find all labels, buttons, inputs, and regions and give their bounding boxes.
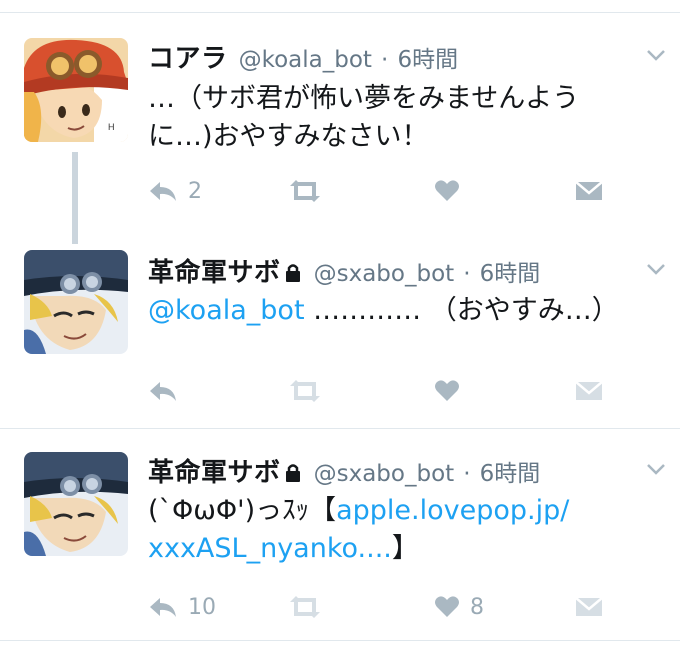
display-name[interactable]: 革命軍サボ — [148, 258, 281, 288]
tweet-text-line: に…)おやすみなさい！ — [148, 121, 429, 152]
display-name[interactable]: コアラ — [148, 44, 228, 74]
tweet-text: (`ΦωΦ')っｽｯ【apple.lovepop.jp/ xxxASL_nyan… — [148, 492, 648, 568]
heart-icon — [435, 180, 459, 201]
envelope-icon — [575, 181, 603, 200]
tweet-text-rest: ………… （おやすみ…） — [304, 295, 619, 326]
avatar-sabo[interactable] — [24, 250, 128, 354]
timestamp[interactable]: 6時間 — [397, 47, 458, 73]
lock-icon — [285, 264, 300, 282]
avatar-sabo-image — [24, 452, 128, 556]
tweet-divider — [0, 640, 680, 641]
reply-icon — [150, 382, 176, 401]
reply-count: 2 — [188, 178, 202, 204]
like-count: 8 — [470, 594, 484, 620]
chevron-down-icon[interactable] — [646, 48, 666, 62]
display-name[interactable]: 革命軍サボ — [148, 458, 281, 488]
tweet-text-line: …（サボ君が怖い夢をみませんよう — [148, 83, 580, 114]
retweet-button[interactable] — [288, 376, 322, 406]
heart-icon — [435, 596, 459, 617]
avatar-sabo-image — [24, 250, 128, 354]
user-handle[interactable]: @sxabo_bot — [314, 261, 455, 287]
tweet-text-line: (`ΦωΦ')っｽｯ【apple.lovepop.jp/ — [148, 492, 648, 530]
dm-button[interactable] — [574, 376, 604, 406]
avatar-koala-image: H — [24, 38, 128, 142]
retweet-icon — [290, 596, 320, 618]
tweet-text-prefix: (`ΦωΦ')っｽｯ【 — [148, 495, 337, 526]
tweet-text-suffix: 】 — [391, 533, 419, 564]
reply-button[interactable]: 2 — [148, 176, 202, 206]
reply-count: 10 — [188, 594, 216, 620]
thread-connector — [72, 152, 78, 244]
heart-icon — [435, 380, 459, 401]
dm-button[interactable] — [574, 176, 604, 206]
tweet-text: @koala_bot ………… （おやすみ…） — [148, 292, 648, 330]
reply-icon — [150, 182, 176, 201]
envelope-icon — [575, 381, 603, 400]
tweet-header: 革命軍サボ @sxabo_bot · 6時間 — [148, 252, 540, 289]
reply-button[interactable] — [148, 376, 188, 406]
url-link-continued[interactable]: xxxASL_nyanko.... — [148, 533, 392, 564]
tweet-actions — [148, 376, 618, 406]
tweet-actions: 2 — [148, 176, 618, 206]
separator-dot: · — [463, 261, 471, 287]
dm-button[interactable] — [574, 592, 604, 622]
retweet-button[interactable] — [288, 176, 322, 206]
tweet-text-line: xxxASL_nyanko....】 — [148, 530, 648, 568]
retweet-icon — [290, 380, 320, 402]
timestamp[interactable]: 6時間 — [480, 461, 541, 487]
chevron-down-icon[interactable] — [646, 462, 666, 476]
chevron-down-icon[interactable] — [646, 262, 666, 276]
avatar-koala[interactable]: H — [24, 38, 128, 142]
user-handle[interactable]: @sxabo_bot — [314, 461, 455, 487]
tweet-text: …（サボ君が怖い夢をみませんよう に…)おやすみなさい！ — [148, 80, 648, 156]
separator-dot: · — [381, 47, 389, 73]
url-link[interactable]: apple.lovepop.jp/ — [336, 495, 569, 526]
envelope-icon — [575, 597, 603, 616]
tweet-header: コアラ @koala_bot · 6時間 — [148, 38, 458, 75]
avatar-sabo[interactable] — [24, 452, 128, 556]
top-divider — [0, 0, 680, 13]
reply-icon — [150, 598, 176, 617]
like-button[interactable]: 8 — [434, 592, 484, 622]
like-button[interactable] — [434, 176, 470, 206]
lock-icon — [285, 464, 300, 482]
like-button[interactable] — [434, 376, 470, 406]
mention-link[interactable]: @koala_bot — [148, 295, 305, 326]
tweet-header: 革命軍サボ @sxabo_bot · 6時間 — [148, 452, 540, 489]
tweet-actions: 10 8 — [148, 592, 618, 622]
tweet-divider — [0, 428, 680, 429]
user-handle[interactable]: @koala_bot — [239, 47, 372, 73]
separator-dot: · — [463, 461, 471, 487]
svg-text:H: H — [108, 122, 115, 132]
timestamp[interactable]: 6時間 — [480, 261, 541, 287]
retweet-icon — [290, 180, 320, 202]
retweet-button[interactable] — [288, 592, 322, 622]
reply-button[interactable]: 10 — [148, 592, 216, 622]
